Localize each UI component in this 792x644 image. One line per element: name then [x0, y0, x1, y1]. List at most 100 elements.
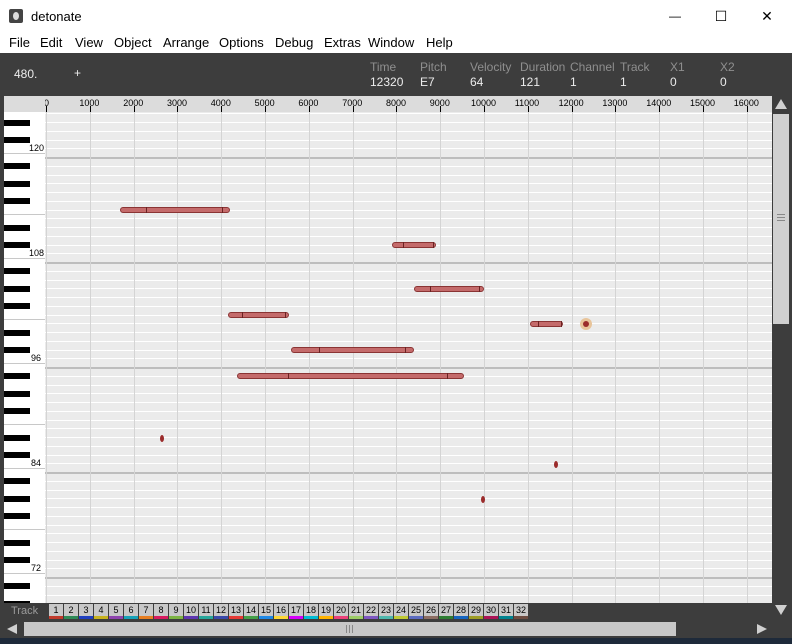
track-button[interactable]: 30 [484, 604, 498, 619]
track-button[interactable]: 19 [319, 604, 333, 619]
piano-keyboard[interactable]: 120 108 96 84 72 [4, 112, 45, 603]
pitch-row-line [45, 594, 772, 596]
track-button[interactable]: 12 [214, 604, 228, 619]
menu-view[interactable]: View [75, 35, 103, 50]
track-button[interactable]: 29 [469, 604, 483, 619]
note[interactable] [227, 312, 290, 318]
black-key[interactable] [4, 347, 30, 353]
black-key[interactable] [4, 434, 30, 441]
note[interactable] [120, 207, 230, 213]
note-marker [402, 242, 404, 248]
black-key[interactable] [4, 478, 30, 485]
pitch-row-line [45, 550, 772, 552]
track-button[interactable]: 16 [274, 604, 288, 619]
track-button[interactable]: 31 [499, 604, 513, 619]
black-key[interactable] [4, 224, 30, 231]
track-button[interactable]: 7 [139, 604, 153, 619]
track-button[interactable]: 2 [64, 604, 78, 619]
black-key[interactable] [4, 180, 30, 187]
track-button[interactable]: 28 [454, 604, 468, 619]
black-key[interactable] [4, 285, 30, 292]
track-button[interactable]: 24 [394, 604, 408, 619]
black-key[interactable] [4, 452, 30, 458]
track-button[interactable]: 14 [244, 604, 258, 619]
menu-arrange[interactable]: Arrange [163, 35, 209, 50]
track-button[interactable]: 26 [424, 604, 438, 619]
track-button[interactable]: 13 [229, 604, 243, 619]
track-button[interactable]: 18 [304, 604, 318, 619]
black-key[interactable] [4, 119, 30, 126]
menu-object[interactable]: Object [114, 35, 152, 50]
note[interactable] [291, 347, 414, 353]
black-key[interactable] [4, 137, 30, 143]
note-marker [222, 207, 224, 213]
track-color-swatch [199, 616, 213, 619]
track-button[interactable]: 23 [379, 604, 393, 619]
menu-help[interactable]: Help [426, 35, 453, 50]
track-button[interactable]: 32 [514, 604, 528, 619]
note[interactable] [160, 434, 165, 442]
menu-options[interactable]: Options [219, 35, 264, 50]
black-key[interactable] [4, 198, 30, 205]
black-key[interactable] [4, 539, 30, 546]
track-button[interactable]: 4 [94, 604, 108, 619]
note[interactable] [481, 495, 486, 503]
white-key-divider [4, 153, 45, 155]
note[interactable] [413, 285, 484, 292]
black-key[interactable] [4, 329, 30, 336]
pitch-row-line [45, 165, 772, 167]
track-button[interactable]: 25 [409, 604, 423, 619]
note[interactable] [392, 242, 436, 248]
track-button[interactable]: 15 [259, 604, 273, 619]
note[interactable] [554, 460, 559, 468]
scroll-right-icon[interactable] [756, 623, 768, 635]
black-key[interactable] [4, 268, 30, 275]
menu-edit[interactable]: Edit [40, 35, 62, 50]
scroll-up-icon[interactable] [774, 98, 788, 110]
black-key[interactable] [4, 373, 30, 380]
track-button[interactable]: 3 [79, 604, 93, 619]
scroll-left-icon[interactable] [6, 623, 18, 635]
track-button[interactable]: 11 [199, 604, 213, 619]
pitch-row-line [45, 235, 772, 237]
cursor-note[interactable] [579, 317, 592, 330]
black-key[interactable] [4, 513, 30, 520]
track-button[interactable]: 9 [169, 604, 183, 619]
track-button[interactable]: 22 [364, 604, 378, 619]
track-button[interactable]: 1 [49, 604, 63, 619]
track-button[interactable]: 10 [184, 604, 198, 619]
black-key[interactable] [4, 303, 30, 310]
menu-file[interactable]: File [9, 35, 30, 50]
minimize-button[interactable]: — [652, 0, 698, 32]
scroll-down-icon[interactable] [774, 604, 788, 616]
track-color-swatch [304, 616, 318, 619]
time-grid-line [133, 112, 135, 603]
menu-extras[interactable]: Extras [324, 35, 361, 50]
black-key[interactable] [4, 583, 30, 590]
track-button[interactable]: 17 [289, 604, 303, 619]
black-key[interactable] [4, 408, 30, 415]
note[interactable] [529, 320, 563, 327]
maximize-button[interactable]: ☐ [698, 0, 744, 32]
vertical-scroll-thumb[interactable] [773, 114, 789, 324]
horizontal-scroll-thumb[interactable] [24, 622, 676, 636]
black-key[interactable] [4, 163, 30, 170]
track-button[interactable]: 8 [154, 604, 168, 619]
piano-roll-grid[interactable] [45, 112, 772, 603]
track-button[interactable]: 27 [439, 604, 453, 619]
menu-window[interactable]: Window [368, 35, 414, 50]
track-button[interactable]: 21 [349, 604, 363, 619]
black-key[interactable] [4, 390, 30, 397]
black-key[interactable] [4, 242, 30, 248]
track-button[interactable]: 20 [334, 604, 348, 619]
black-key[interactable] [4, 557, 30, 563]
close-button[interactable]: ✕ [744, 0, 790, 32]
track-button[interactable]: 5 [109, 604, 123, 619]
black-key[interactable] [4, 495, 30, 502]
time-ruler[interactable]: 0 1000 2000 3000 4000 5000 6000 7000 8000 9000 100… [45, 96, 772, 112]
track-color-swatch [184, 616, 198, 619]
track-button[interactable]: 6 [124, 604, 138, 619]
menu-debug[interactable]: Debug [275, 35, 313, 50]
pitch-row-line [45, 218, 772, 220]
note[interactable] [236, 373, 465, 380]
